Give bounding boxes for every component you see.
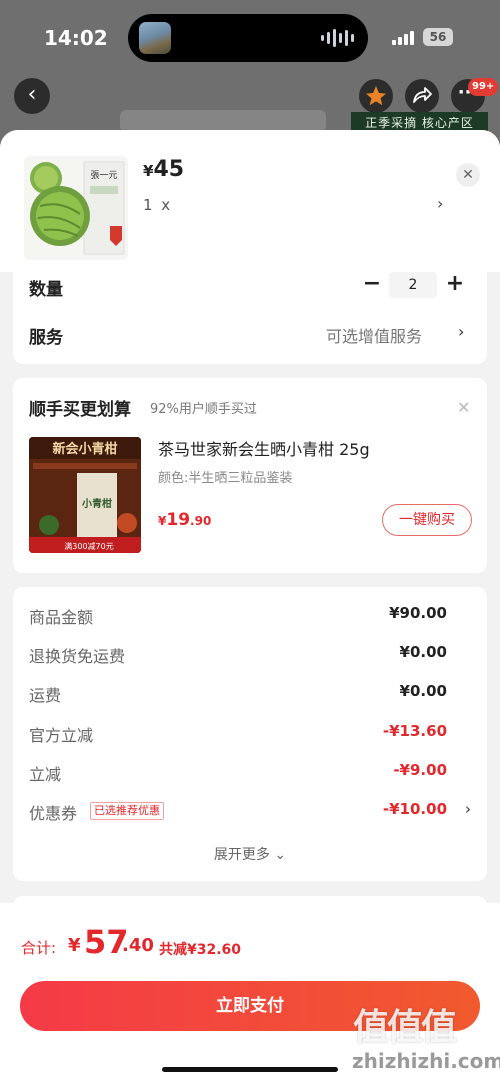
coupon-row[interactable]: 优惠券 已选推荐优惠 -¥10.00 › [29,800,471,824]
close-button[interactable]: ✕ [456,163,480,187]
summary-label: 退换货免运费 [29,647,126,666]
battery-icon: 56 [423,28,453,46]
summary-label: 立减 [29,765,62,784]
quantity-minus-button[interactable]: − [362,273,382,295]
total-decimal: .40 [122,935,154,956]
watermark-logo: 值值值 [353,1007,457,1048]
audio-wave-icon [321,29,354,47]
favorite-button[interactable] [359,79,393,113]
product-price: ¥45 [143,157,185,182]
summary-row: 立减 -¥9.00 [29,761,471,785]
notification-badge: 99+ [468,78,499,96]
addon-spec: 颜色:半生晒三粒品鉴装 [158,471,293,486]
star-icon [366,86,386,106]
addon-subtitle: 92%用户顺手买过 [150,402,257,417]
summary-value: -¥13.60 [382,722,447,740]
quantity-input[interactable]: 2 [389,272,437,298]
expand-more-button[interactable]: 展开更多 ⌄ [13,844,487,864]
citrus-tea-image: 新会小青柑 小青柑 满300减70元 [29,437,141,553]
summary-value: ¥0.00 [399,643,447,661]
chevron-right-icon[interactable]: › [437,194,443,213]
addon-name[interactable]: 茶马世家新会生晒小青柑 25g [158,436,370,460]
status-time: 14:02 [44,26,108,50]
background-placeholder [120,110,326,132]
quantity-card: 数量 − 2 + 服务 [13,270,487,364]
summary-value: -¥10.00 [382,800,447,818]
quantity-plus-button[interactable]: + [444,271,466,297]
status-bar: 14:02 56 [0,0,500,72]
product-thumbnail[interactable]: 張一元 [24,156,128,260]
signal-icon [392,31,414,45]
tea-package-image: 張一元 [24,156,128,260]
share-icon [413,87,432,103]
addon-box-label: 小青柑 [81,497,112,510]
total-savings: 共减¥32.60 [159,942,242,958]
now-playing-thumbnail [139,22,171,54]
service-value[interactable]: 可选增值服务 [326,323,422,347]
total-currency: ¥ [68,935,81,956]
addon-close-icon[interactable]: ✕ [457,398,470,417]
summary-label: 官方立减 [29,726,94,745]
chevron-right-icon[interactable]: › [465,800,471,818]
package-brand: 張一元 [90,170,117,181]
summary-row: 商品金额 ¥90.00 [29,604,471,628]
summary-label: 优惠券 [29,804,78,823]
summary-label: 商品金额 [29,608,94,627]
watermark-text: zhizhizhi.com [352,1049,500,1073]
summary-value: ¥0.00 [399,682,447,700]
summary-value: ¥90.00 [389,604,447,622]
summary-value: -¥9.00 [393,761,447,779]
addon-price: ¥19.90 [158,510,212,530]
quantity-label: 数量 [29,280,63,300]
share-button[interactable] [405,79,439,113]
service-label: 服务 [29,328,63,348]
back-button[interactable]: ‹ [14,78,50,114]
product-spec: 1 x [143,196,173,214]
price-summary-card: 商品金额 ¥90.00 退换货免运费 ¥0.00 运费 ¥0.00 官方立减 -… [13,587,487,881]
addon-title: 顺手买更划算 [29,400,131,420]
addon-image-promo: 满300减70元 [64,541,113,551]
total-label: 合计: [21,939,57,957]
addon-product-image[interactable]: 新会小青柑 小青柑 满300减70元 [29,437,141,553]
checkout-bottom-bar: 合计: ¥ 57 .40 共减¥32.60 立即支付 值值值 zhizhizhi… [0,903,500,1083]
dynamic-island [128,14,368,62]
summary-row: 退换货免运费 ¥0.00 [29,643,471,667]
one-click-buy-button[interactable]: 一键购买 [382,504,472,536]
summary-label: 运费 [29,686,62,705]
home-indicator[interactable] [162,1067,338,1072]
addon-card: 顺手买更划算 92%用户顺手买过 ✕ 新会小青柑 小青柑 满300减70元 茶马… [13,378,487,573]
summary-row: 官方立减 -¥13.60 [29,722,471,746]
coupon-tag: 已选推荐优惠 [90,802,164,820]
product-header: 張一元 ¥45 1 x › ✕ [0,130,500,272]
summary-row: 运费 ¥0.00 [29,682,471,706]
chevron-right-icon[interactable]: › [458,322,464,341]
addon-image-title: 新会小青柑 [52,441,117,457]
